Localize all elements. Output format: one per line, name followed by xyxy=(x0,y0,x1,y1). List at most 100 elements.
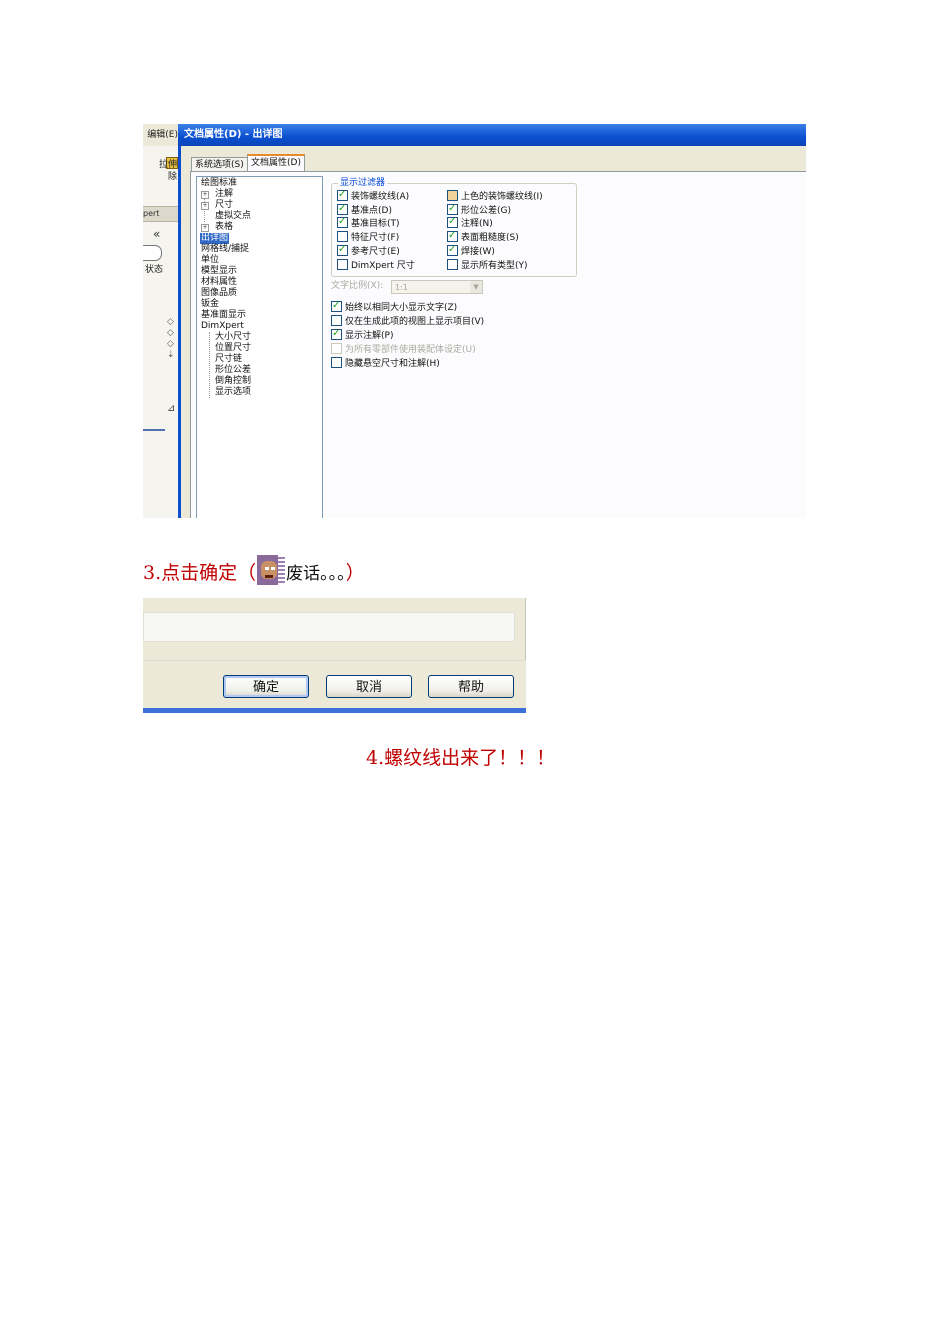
divider xyxy=(525,598,526,660)
tree-item-location-dimension[interactable]: 位置尺寸 xyxy=(215,343,251,354)
settings-tree[interactable]: 绘图标准 + 注解 + 尺寸 虚拟交点 + 表格 出详图 网格线/捕捉 单位 模… xyxy=(196,176,323,518)
filter-checkbox-left-0[interactable]: 装饰螺纹线(A) xyxy=(337,188,409,203)
checkbox-empty-icon[interactable] xyxy=(331,343,342,354)
option-checkbox-2[interactable]: 显示注解(P) xyxy=(331,327,394,342)
option-checkbox-1[interactable]: 仅在生成此项的视图上显示项目(V) xyxy=(331,315,484,328)
option-checkbox-0[interactable]: 始终以相同大小显示文字(Z) xyxy=(331,299,457,314)
expander-icon[interactable]: + xyxy=(201,202,209,210)
dialog-titlebar[interactable]: 文档属性(D) - 出详图 xyxy=(178,124,806,146)
empty-field xyxy=(143,612,515,642)
checkbox-empty-icon[interactable] xyxy=(447,190,458,201)
dialog-title: 文档属性(D) - 出详图 xyxy=(184,129,283,140)
text-scale-select[interactable]: 1:1 ▼ xyxy=(391,280,483,294)
tree-item-dimensions[interactable]: 尺寸 xyxy=(215,200,233,211)
filter-checkbox-right-3[interactable]: 表面粗糙度(S) xyxy=(447,229,519,244)
checkbox-empty-icon[interactable] xyxy=(331,357,342,368)
extrude-cut-button[interactable]: 拉伸 除 xyxy=(153,159,177,197)
state-label: 状态 xyxy=(145,265,164,275)
checkbox-label: 基准目标(T) xyxy=(351,219,400,230)
checkbox-checked-icon[interactable] xyxy=(447,243,458,256)
step-3-caption: 3.点击确定（ 废话。。。） xyxy=(143,555,365,588)
tree-item-tables[interactable]: 表格 xyxy=(215,222,233,233)
tree-item-plane-display[interactable]: 基准面显示 xyxy=(201,310,246,321)
tree-line xyxy=(209,332,210,398)
feature-tree-icons: ◇ ◇ ◇ ⇣ xyxy=(167,317,175,360)
checkbox-label: DimXpert 尺寸 xyxy=(351,260,415,271)
tree-item-drafting-standard[interactable]: 绘图标准 xyxy=(201,178,237,189)
filter-checkbox-right-1[interactable]: 形位公差(G) xyxy=(447,202,511,217)
checkbox-checked-icon[interactable] xyxy=(337,202,348,215)
cancel-button[interactable]: 取消 xyxy=(326,675,412,698)
tree-item-model-display[interactable]: 模型显示 xyxy=(201,266,237,277)
tree-item-virtual-sharps[interactable]: 虚拟交点 xyxy=(215,211,251,222)
tree-item-geometric-tolerance[interactable]: 形位公差 xyxy=(215,365,251,376)
filter-checkbox-right-4[interactable]: 焊接(W) xyxy=(447,243,495,258)
checkbox-label: 为所有零部件使用装配体设定(U) xyxy=(345,345,476,355)
checkbox-label: 表面粗糙度(S) xyxy=(461,233,519,244)
collapse-chevron-icon[interactable]: « xyxy=(153,227,160,241)
checkbox-label: 参考尺寸(E) xyxy=(351,246,400,257)
text-scale-value: 1:1 xyxy=(395,283,408,292)
expander-icon[interactable]: + xyxy=(201,224,209,232)
tree-item-chain-dimension[interactable]: 尺寸链 xyxy=(215,354,242,365)
panel-tab[interactable]: pert xyxy=(143,206,178,222)
expander-icon[interactable]: + xyxy=(201,191,209,199)
option-checkbox-3: 为所有零部件使用装配体设定(U) xyxy=(331,343,476,356)
emoticon-icon xyxy=(257,555,286,585)
checkbox-checked-icon[interactable] xyxy=(447,229,458,243)
checkbox-empty-icon[interactable] xyxy=(447,258,458,270)
background-app-strip: 编辑(E) 拉伸 除 pert « 状态 ◇ ◇ ◇ ⇣ ⊿ xyxy=(143,124,179,518)
checkbox-empty-icon[interactable] xyxy=(331,315,342,326)
text-scale-label: 文字比例(X): xyxy=(331,281,384,291)
checkbox-checked-icon[interactable] xyxy=(337,215,348,229)
checkbox-checked-icon[interactable] xyxy=(337,188,348,201)
checkbox-checked-icon[interactable] xyxy=(331,327,342,340)
display-filter-group: 显示过滤器 装饰螺纹线(A)基准点(D)基准目标(T)特征尺寸(F)参考尺寸(E… xyxy=(331,178,577,277)
checkbox-checked-icon[interactable] xyxy=(337,243,348,256)
tab-system-options[interactable]: 系统选项(S) xyxy=(191,157,248,172)
detailing-settings: 显示过滤器 装饰螺纹线(A)基准点(D)基准目标(T)特征尺寸(F)参考尺寸(E… xyxy=(331,174,801,514)
step-3-text: 3.点击确定（ xyxy=(143,562,257,584)
checkbox-label: 显示注解(P) xyxy=(345,331,394,341)
tree-item-material-properties[interactable]: 材料属性 xyxy=(201,277,237,288)
checkbox-checked-icon[interactable] xyxy=(447,202,458,215)
filter-checkbox-left-5[interactable]: DimXpert 尺寸 xyxy=(337,258,415,272)
filter-checkbox-right-0[interactable]: 上色的装饰螺纹线(I) xyxy=(447,190,543,203)
checkbox-empty-icon[interactable] xyxy=(337,231,348,243)
tree-item-annotations[interactable]: 注解 xyxy=(215,189,233,200)
checkbox-empty-icon[interactable] xyxy=(337,258,348,270)
ok-button[interactable]: 确定 xyxy=(223,675,309,698)
tree-item-image-quality[interactable]: 图像品质 xyxy=(201,288,237,299)
menu-edit[interactable]: 编辑(E) xyxy=(143,124,178,146)
option-checkbox-4[interactable]: 隐藏悬空尺寸和注解(H) xyxy=(331,357,440,370)
filter-checkbox-left-2[interactable]: 基准目标(T) xyxy=(337,215,400,230)
dropdown-arrow-icon: ▼ xyxy=(470,281,482,293)
tree-item-grid-snap[interactable]: 网格线/捕捉 xyxy=(201,244,249,255)
step-3-aside: 废话。。。 xyxy=(286,564,346,584)
sketch-icon: ⊿ xyxy=(167,403,176,414)
filter-checkbox-left-4[interactable]: 参考尺寸(E) xyxy=(337,243,400,258)
divider xyxy=(143,429,165,431)
screenshot-document-properties: 编辑(E) 拉伸 除 pert « 状态 ◇ ◇ ◇ ⇣ ⊿ 文档属性(D) - 出详… xyxy=(143,124,806,518)
filter-checkbox-right-5[interactable]: 显示所有类型(Y) xyxy=(447,258,528,272)
tree-item-dimxpert[interactable]: DimXpert xyxy=(201,321,244,332)
filter-field[interactable] xyxy=(143,245,162,261)
checkbox-label: 隐藏悬空尺寸和注解(H) xyxy=(345,359,440,369)
checkbox-checked-icon[interactable] xyxy=(331,299,342,312)
tree-item-units[interactable]: 单位 xyxy=(201,255,219,266)
divider xyxy=(143,660,526,661)
tab-document-properties[interactable]: 文档属性(D) xyxy=(247,154,305,172)
tree-item-chamfer-controls[interactable]: 倒角控制 xyxy=(215,376,251,387)
tree-item-display-options[interactable]: 显示选项 xyxy=(215,387,251,398)
step-3-close: ） xyxy=(345,562,365,584)
tree-item-sheet-metal[interactable]: 钣金 xyxy=(201,299,219,310)
tree-item-detailing[interactable]: 出详图 xyxy=(200,233,230,244)
checkbox-label: 焊接(W) xyxy=(461,246,495,257)
help-button[interactable]: 帮助 xyxy=(428,675,514,698)
checkbox-checked-icon[interactable] xyxy=(447,215,458,229)
dialog-body: 系统选项(S) 文档属性(D) 绘图标准 + 注解 + 尺寸 虚拟交点 + 表格… xyxy=(178,146,806,518)
window-border xyxy=(143,708,526,713)
checkbox-label: 注释(N) xyxy=(461,219,493,230)
checkbox-label: 上色的装饰螺纹线(I) xyxy=(461,192,543,202)
tree-item-size-dimension[interactable]: 大小尺寸 xyxy=(215,332,251,343)
